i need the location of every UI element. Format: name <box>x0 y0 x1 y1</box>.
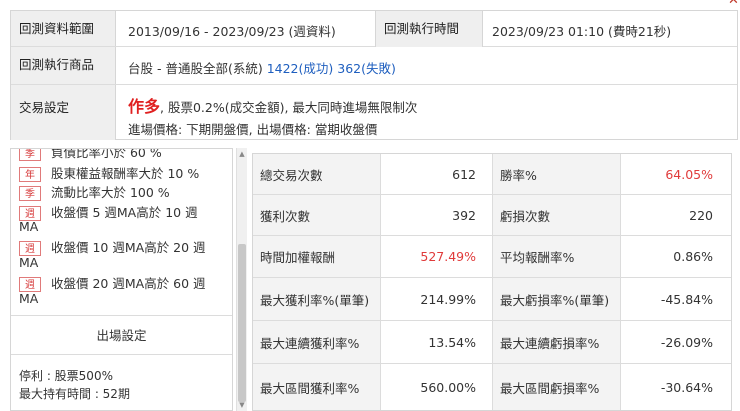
condition-item: 週收盤價 20 週MA高於 60 週 <box>19 273 206 292</box>
exec-time-label: 回測執行時間 <box>375 11 483 47</box>
period-tag: 季 <box>19 186 41 201</box>
stat-label: 最大連續虧損率% <box>493 321 621 363</box>
stat-label: 最大連續獲利率% <box>253 321 381 363</box>
stat-value: 560.00% <box>381 364 493 410</box>
table-row: 獲利次數 392 虧損次數 220 <box>253 195 731 236</box>
period-tag: 年 <box>19 167 41 182</box>
conditions-scrollbar[interactable]: ▲ ▼ <box>236 148 247 411</box>
stat-value: 220 <box>689 207 713 223</box>
stat-value: 392 <box>381 195 493 235</box>
product-name: 台股 - 普通股全部(系統) <box>128 61 263 76</box>
condition-item-cont: MA <box>19 291 39 306</box>
backtest-info-table: 回測資料範圍 2013/09/16 - 2023/09/23 (週資料) 回測執… <box>10 10 738 140</box>
condition-item: 週收盤價 10 週MA高於 20 週 <box>19 237 206 256</box>
stats-table: 總交易次數 612 勝率% 64.05% 獲利次數 392 虧損次數 220 時… <box>252 153 732 411</box>
trade-desc: 作多, 股票0.2%(成交金額), 最大同時進場無限制次 <box>128 93 417 117</box>
stat-value: 214.99% <box>381 278 493 320</box>
period-tag: 週 <box>19 277 41 292</box>
table-row: 最大區間獲利率% 560.00% 最大區間虧損率% -30.64% <box>253 364 731 410</box>
stat-value: 527.49% <box>381 236 493 277</box>
info-row-trade: 交易設定 作多, 股票0.2%(成交金額), 最大同時進場無限制次 進場價格: … <box>11 85 737 140</box>
stat-label: 最大虧損率%(單筆) <box>493 278 621 320</box>
condition-item-cont: MA <box>19 255 39 270</box>
stat-label: 最大區間虧損率% <box>493 364 621 410</box>
exit-settings-header: 出場設定 <box>11 315 232 355</box>
condition-item: 週收盤價 5 週MA高於 10 週 <box>19 202 198 221</box>
window-top-edge <box>0 0 740 10</box>
success-count-link[interactable]: 1422(成功) <box>267 61 334 76</box>
scroll-down-icon[interactable]: ▼ <box>237 399 247 411</box>
stat-value: -30.64% <box>660 379 713 395</box>
trade-direction: 作多 <box>128 97 161 116</box>
stat-label: 獲利次數 <box>253 195 381 235</box>
scrollbar-thumb[interactable] <box>238 244 246 402</box>
condition-item-cont: MA <box>19 219 39 234</box>
product-label: 回測執行商品 <box>11 47 116 84</box>
table-row: 最大連續獲利率% 13.54% 最大連續虧損率% -26.09% <box>253 321 731 364</box>
stat-value: -26.09% <box>660 334 713 350</box>
info-row-period: 回測資料範圍 2013/09/16 - 2023/09/23 (週資料) 回測執… <box>11 11 737 47</box>
stat-label: 總交易次數 <box>253 154 381 194</box>
condition-item: 年股東權益報酬率大於 10 % <box>19 163 199 182</box>
trade-price-desc: 進場價格: 下期開盤價, 出場價格: 當期收盤價 <box>128 122 378 137</box>
info-row-product: 回測執行商品 台股 - 普通股全部(系統) 1422(成功) 362(失敗) <box>11 47 737 85</box>
stop-profit-text: 停利 : 股票500% <box>19 369 113 383</box>
fail-count-link[interactable]: 362(失敗) <box>337 61 396 76</box>
stat-value: 64.05% <box>665 166 713 182</box>
table-row: 最大獲利率%(單筆) 214.99% 最大虧損率%(單筆) -45.84% <box>253 278 731 321</box>
trade-fee-desc: , 股票0.2%(成交金額), 最大同時進場無限制次 <box>160 100 418 115</box>
period-label: 回測資料範圍 <box>11 11 116 46</box>
condition-item: 季流動比率大於 100 % <box>19 182 170 201</box>
stat-value: 0.86% <box>673 249 713 264</box>
scroll-up-icon[interactable]: ▲ <box>237 148 247 160</box>
condition-item: 季負債比率小於 60 % <box>19 149 162 161</box>
table-row: 時間加權報酬 527.49% 平均報酬率% 0.86% <box>253 236 731 278</box>
trade-label: 交易設定 <box>11 85 116 140</box>
exec-time-value: 2023/09/23 01:10 (費時21秒) <box>492 24 672 39</box>
period-tag: 週 <box>19 241 41 256</box>
stat-value: 13.54% <box>381 321 493 363</box>
stat-label: 最大獲利率%(單筆) <box>253 278 381 320</box>
stat-value: -45.84% <box>660 291 713 307</box>
period-value: 2013/09/16 - 2023/09/23 (週資料) <box>128 24 336 39</box>
max-hold-text: 最大持有時間 : 52期 <box>19 387 130 401</box>
table-row: 總交易次數 612 勝率% 64.05% <box>253 154 731 195</box>
stat-label: 勝率% <box>493 154 621 194</box>
product-value: 台股 - 普通股全部(系統) 1422(成功) 362(失敗) <box>128 58 396 77</box>
stat-label: 時間加權報酬 <box>253 236 381 277</box>
stat-value: 612 <box>381 154 493 194</box>
stat-label: 最大區間獲利率% <box>253 364 381 410</box>
close-icon[interactable]: ✕ <box>728 0 740 7</box>
period-tag: 季 <box>19 149 41 161</box>
conditions-panel: 季負債比率小於 60 % 年股東權益報酬率大於 10 % 季流動比率大於 100… <box>10 148 233 411</box>
stat-label: 虧損次數 <box>493 195 621 235</box>
stat-label: 平均報酬率% <box>493 236 621 277</box>
